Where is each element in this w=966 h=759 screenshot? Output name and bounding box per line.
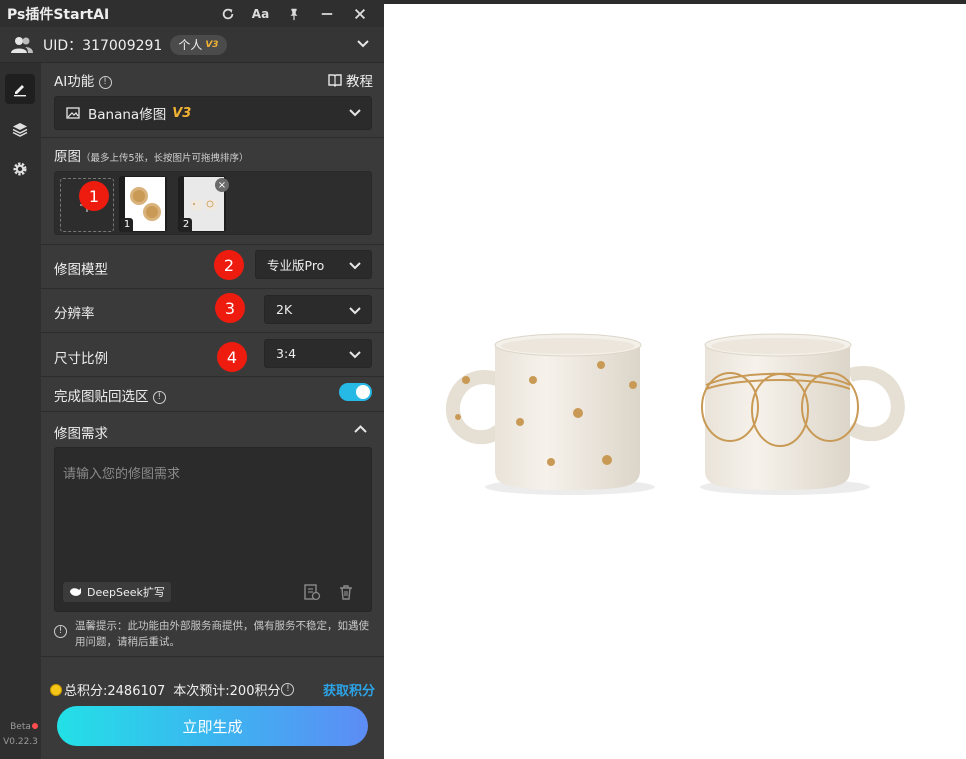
startai-panel: Ps插件StartAI Aa UID：317009291 个人 V3 Beta … — [0, 0, 384, 759]
model-select[interactable]: 专业版Pro — [255, 250, 372, 279]
points-info: 总积分:2486107 本次预计:200积分 ! — [50, 680, 295, 699]
pin-icon[interactable] — [277, 0, 310, 27]
chevron-down-icon[interactable] — [356, 37, 370, 51]
chevron-down-icon — [349, 262, 361, 270]
generate-button[interactable]: 立即生成 — [57, 706, 368, 746]
chevron-down-icon — [349, 307, 361, 315]
deepseek-expand-button[interactable]: DeepSeek扩写 — [63, 582, 171, 602]
ai-function-label: AI功能 ! — [54, 70, 112, 90]
requirement-placeholder: 请输入您的修图需求 — [63, 467, 181, 482]
divider — [41, 656, 384, 657]
left-rail: Beta V0.22.3 — [0, 63, 41, 759]
paste-back-label: 完成图贴回选区 ! — [54, 385, 166, 405]
user-bar[interactable]: UID：317009291 个人 V3 — [0, 27, 384, 63]
info-icon: ! — [54, 625, 67, 638]
window-title: Ps插件StartAI — [7, 6, 110, 23]
divider — [41, 376, 384, 377]
book-icon — [328, 74, 342, 87]
thumbnail-index: 1 — [121, 218, 133, 232]
get-points-link[interactable]: 获取积分 — [323, 680, 375, 699]
info-icon[interactable]: ! — [281, 683, 295, 696]
chevron-down-icon — [349, 351, 361, 359]
aspect-label: 尺寸比例 — [54, 351, 108, 367]
resolution-select[interactable]: 2K — [264, 295, 372, 324]
divider — [41, 332, 384, 333]
thumbnail-1[interactable]: 1 — [119, 176, 167, 232]
divider — [41, 288, 384, 289]
trash-icon[interactable] — [337, 583, 355, 601]
divider — [41, 244, 384, 245]
estimated-points: 本次预计:200积分 — [173, 684, 281, 699]
resolution-label: 分辨率 — [54, 306, 95, 322]
paste-back-toggle[interactable] — [339, 383, 372, 401]
beta-notification-dot — [32, 723, 38, 729]
close-icon[interactable] — [343, 0, 376, 27]
divider — [41, 411, 384, 412]
divider — [41, 137, 384, 138]
mugs-image — [446, 333, 905, 495]
gear-icon[interactable] — [5, 154, 35, 184]
tutorial-link[interactable]: 教程 — [328, 70, 373, 90]
info-icon[interactable]: ! — [98, 75, 112, 89]
chevron-down-icon — [349, 109, 361, 117]
requirement-textarea[interactable]: 请输入您的修图需求 DeepSeek扩写 — [54, 447, 372, 612]
whale-icon — [70, 588, 81, 596]
history-icon[interactable] — [303, 583, 321, 601]
remove-image-icon[interactable]: × — [215, 178, 229, 192]
layers-icon[interactable] — [5, 114, 35, 144]
main-content: AI功能 ! 教程 Banana修图 V3 原图（最多上传5张，长按图片可拖拽排… — [41, 63, 384, 759]
info-icon[interactable]: ! — [152, 390, 166, 404]
total-points: 总积分:2486107 — [64, 684, 166, 699]
edit-icon[interactable] — [5, 74, 35, 104]
chevron-up-icon[interactable] — [354, 424, 367, 434]
aspect-select[interactable]: 3:4 — [264, 339, 372, 368]
tip-text: 温馨提示：此功能由外部服务商提供，偶有服务不稳定，如遇使用问题，请稍后重试。 — [75, 620, 369, 648]
version-label: V0.22.3 — [3, 737, 38, 747]
marker-2: 2 — [214, 250, 244, 280]
marker-3: 3 — [215, 293, 245, 323]
source-image-label: 原图（最多上传5张，长按图片可拖拽排序） — [54, 149, 249, 165]
marker-1: 1 — [79, 181, 109, 211]
users-icon — [11, 36, 33, 53]
minimize-icon[interactable] — [310, 0, 343, 27]
thumbnail-index: 2 — [180, 218, 192, 232]
user-id: UID：317009291 — [43, 37, 163, 54]
requirement-label: 修图需求 — [54, 426, 108, 442]
ai-function-select[interactable]: Banana修图 V3 — [54, 96, 372, 130]
refresh-icon[interactable] — [211, 0, 244, 27]
marker-4: 4 — [217, 342, 247, 372]
text-size-icon[interactable]: Aa — [244, 0, 277, 27]
coin-icon — [50, 683, 62, 696]
image-edit-icon — [66, 107, 80, 119]
toggle-knob — [356, 385, 370, 399]
plan-badge: 个人 V3 — [170, 34, 227, 55]
title-bar: Ps插件StartAI Aa — [0, 0, 384, 27]
model-label: 修图模型 — [54, 262, 108, 278]
